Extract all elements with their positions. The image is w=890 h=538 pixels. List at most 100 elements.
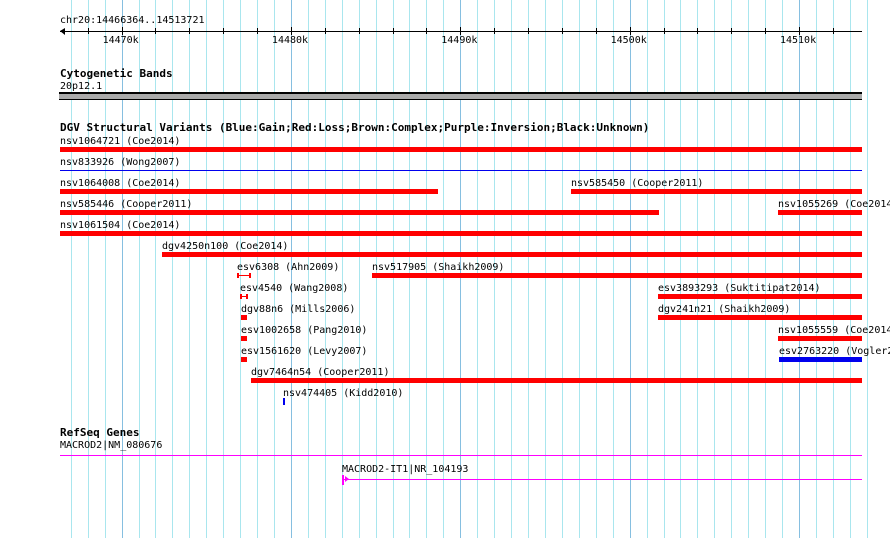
grid-line [122, 0, 123, 538]
grid-line [155, 0, 156, 538]
variant-bar[interactable] [658, 294, 862, 299]
ruler-tick [494, 28, 495, 34]
ruler-tick-label: 14500k [610, 35, 647, 46]
gene-intron-line[interactable] [60, 455, 862, 456]
ruler-tick [393, 28, 394, 34]
grid-line [359, 0, 360, 538]
variant-label[interactable]: nsv1064008 (Coe2014) [60, 178, 180, 189]
variant-bar[interactable] [60, 170, 862, 171]
grid-line [714, 0, 715, 538]
variant-bar[interactable] [240, 294, 248, 299]
ruler-tick [562, 28, 563, 34]
grid-line [189, 0, 190, 538]
variant-bar[interactable] [778, 336, 862, 341]
ruler-tick [799, 27, 800, 35]
cyto-band-label: 20p12.1 [60, 81, 103, 92]
grid-line [105, 0, 106, 538]
cytoband-bar[interactable] [59, 92, 862, 100]
variant-bar[interactable] [778, 210, 862, 215]
grid-line [139, 0, 140, 538]
variant-bar[interactable] [237, 273, 251, 278]
grid-line [867, 0, 868, 538]
variant-label[interactable]: esv3893293 (Suktitipat2014) [658, 283, 821, 294]
variant-label[interactable]: esv6308 (Ahn2009) [237, 262, 339, 273]
variant-label[interactable]: nsv517905 (Shaikh2009) [372, 262, 504, 273]
grid-line [664, 0, 665, 538]
grid-line [816, 0, 817, 538]
ruler-axis-line [60, 31, 862, 32]
ruler-tick [122, 27, 123, 35]
ruler-tick-label: 14470k [102, 35, 139, 46]
variant-label[interactable]: nsv1064721 (Coe2014) [60, 136, 180, 147]
variant-label[interactable]: nsv1055559 (Coe2014) [778, 325, 890, 336]
variant-label[interactable]: nsv585450 (Cooper2011) [571, 178, 703, 189]
ruler-tick [359, 28, 360, 34]
variant-bar[interactable] [241, 357, 247, 362]
ruler-tick [291, 27, 292, 35]
grid-line [782, 0, 783, 538]
grid-line [579, 0, 580, 538]
ruler-tick-label: 14490k [441, 35, 478, 46]
variant-bar[interactable] [60, 231, 862, 236]
variant-label[interactable]: esv2763220 (Vogler2 [779, 346, 890, 357]
variant-bar[interactable] [241, 315, 247, 320]
variant-bar[interactable] [779, 357, 862, 362]
variant-bar[interactable] [372, 273, 862, 278]
grid-line [630, 0, 631, 538]
genome-browser-panel: chr20:14466364..14513721 14470k 14480k 144… [0, 0, 890, 538]
variant-bar[interactable] [283, 398, 285, 405]
ruler-tick [257, 28, 258, 34]
grid-line [680, 0, 681, 538]
variant-label[interactable]: nsv474405 (Kidd2010) [283, 388, 403, 399]
gene-exon [342, 475, 344, 485]
gene-label[interactable]: MACROD2|NM_080676 [60, 440, 162, 451]
grid-line [647, 0, 648, 538]
variant-label[interactable]: dgv241n21 (Shaikh2009) [658, 304, 790, 315]
ruler-tick [460, 27, 461, 35]
gene-label[interactable]: MACROD2-IT1|NR_104193 [342, 464, 468, 475]
variant-label[interactable]: dgv4250n100 (Coe2014) [162, 241, 288, 252]
variant-label[interactable]: nsv1061504 (Coe2014) [60, 220, 180, 231]
ruler-tick [833, 28, 834, 34]
variant-bar[interactable] [60, 147, 862, 152]
grid-line [850, 0, 851, 538]
ruler-tick [155, 28, 156, 34]
ruler-label: chr20:14466364..14513721 [60, 15, 205, 26]
variant-label[interactable]: dgv88n6 (Mills2006) [241, 304, 355, 315]
grid-line [206, 0, 207, 538]
grid-line [833, 0, 834, 538]
cyto-track-title: Cytogenetic Bands [60, 67, 173, 80]
variant-bar[interactable] [60, 189, 438, 194]
variant-label[interactable]: esv4540 (Wang2008) [240, 283, 348, 294]
variant-label[interactable]: nsv585446 (Cooper2011) [60, 199, 192, 210]
ruler-tick [88, 28, 89, 34]
variant-label[interactable]: esv1002658 (Pang2010) [241, 325, 367, 336]
ruler-tick-label: 14480k [271, 35, 309, 46]
grid-line [528, 0, 529, 538]
refseq-track-title: RefSeq Genes [60, 426, 140, 439]
variant-label[interactable]: esv1561620 (Levy2007) [241, 346, 367, 357]
variant-bar[interactable] [571, 189, 862, 194]
variant-bar[interactable] [60, 210, 659, 215]
ruler-tick [697, 28, 698, 34]
variant-bar[interactable] [251, 378, 862, 383]
grid-line [596, 0, 597, 538]
ruler-left-arrow-icon[interactable] [60, 28, 65, 35]
variant-bar[interactable] [241, 336, 247, 341]
ruler-tick [189, 28, 190, 34]
grid-line [562, 0, 563, 538]
variant-bar[interactable] [162, 252, 862, 257]
grid-line [748, 0, 749, 538]
grid-line [511, 0, 512, 538]
grid-line [765, 0, 766, 538]
variant-label[interactable]: nsv1055269 (Coe2014) [778, 199, 890, 210]
dgv-track-title: DGV Structural Variants (Blue:Gain;Red:L… [60, 121, 650, 134]
grid-line [223, 0, 224, 538]
ruler-tick-label: 14510k [779, 35, 817, 46]
variant-label[interactable]: nsv833926 (Wong2007) [60, 157, 180, 168]
ruler-tick [426, 28, 427, 34]
variant-bar[interactable] [658, 315, 862, 320]
gene-intron-line[interactable] [342, 479, 862, 480]
variant-label[interactable]: dgv7464n54 (Cooper2011) [251, 367, 389, 378]
grid-line [545, 0, 546, 538]
